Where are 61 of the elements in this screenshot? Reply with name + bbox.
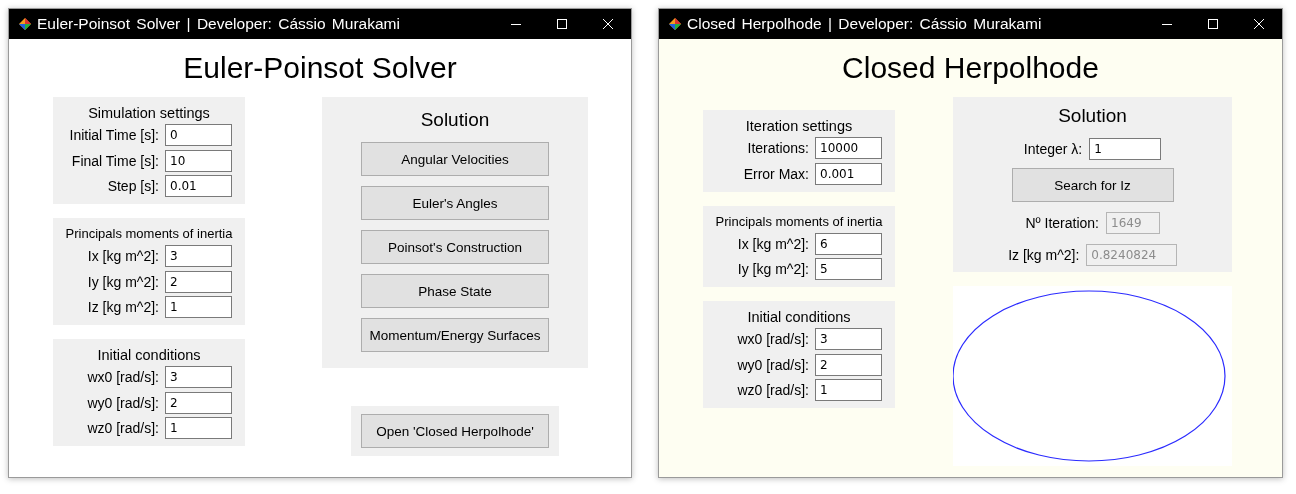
input-field[interactable]: 1 bbox=[815, 379, 882, 401]
field-label: Iy [kg m^2]: bbox=[86, 273, 159, 290]
panel-title: Principals moments of inertia bbox=[64, 225, 234, 243]
close-icon[interactable] bbox=[603, 19, 613, 29]
app-icon bbox=[669, 18, 681, 30]
push-button[interactable]: Phase State bbox=[361, 274, 549, 308]
maximize-icon[interactable] bbox=[557, 19, 567, 29]
push-button[interactable]: Poinsot's Construction bbox=[361, 230, 549, 264]
panel-title: Initial conditions bbox=[96, 346, 202, 365]
field-label: Iz [kg m^2]: bbox=[86, 299, 159, 315]
input-field[interactable]: 2 bbox=[165, 270, 232, 293]
push-button[interactable]: Angular Velocities bbox=[361, 142, 549, 176]
push-button[interactable]: Momentum/Energy Surfaces bbox=[361, 318, 549, 352]
maximize-icon[interactable] bbox=[1208, 19, 1218, 29]
field-label: Integer λ: bbox=[1023, 141, 1083, 157]
panel-title: Iteration settings bbox=[744, 117, 854, 136]
input-field[interactable]: 0.001 bbox=[815, 162, 882, 185]
field-label: wx0 [rad/s]: bbox=[736, 331, 809, 347]
input-field[interactable]: 2 bbox=[165, 391, 232, 414]
input-field[interactable]: 1 bbox=[1089, 138, 1162, 160]
push-button[interactable]: Open 'Closed Herpolhode' bbox=[361, 414, 549, 448]
input-field[interactable]: 1 bbox=[165, 296, 232, 318]
panel-title: Solution bbox=[420, 108, 490, 132]
field-label: wz0 [rad/s]: bbox=[86, 420, 159, 436]
field-label: wy0 [rad/s]: bbox=[86, 394, 159, 411]
window-title: Euler-Poinsot Solver | Developer: Cássio Murakami bbox=[37, 15, 401, 33]
field-label: wx0 [rad/s]: bbox=[86, 369, 159, 385]
field-label: Step [s]: bbox=[106, 178, 159, 194]
panel-title: Principals moments of inertia bbox=[714, 212, 884, 231]
input-field[interactable]: 5 bbox=[815, 258, 882, 280]
input-field[interactable]: 10 bbox=[165, 149, 232, 172]
input-field[interactable]: 3 bbox=[165, 366, 232, 388]
push-button[interactable]: Euler's Angles bbox=[361, 186, 549, 220]
field-label: Iz [kg m^2]: bbox=[1008, 247, 1080, 263]
field-label: wz0 [rad/s]: bbox=[736, 382, 809, 398]
input-field[interactable]: 1 bbox=[165, 417, 232, 439]
panel-title: Initial conditions bbox=[746, 308, 852, 327]
input-field[interactable]: 3 bbox=[815, 328, 882, 350]
field-label: Nº Iteration: bbox=[1025, 215, 1099, 231]
field-label: Ix [kg m^2]: bbox=[86, 248, 159, 264]
push-button[interactable]: Search for Iz bbox=[1011, 168, 1174, 202]
app-heading: Euler-Poinsot Solver bbox=[182, 50, 458, 86]
input-field[interactable]: 0.01 bbox=[165, 175, 232, 197]
field-label: Ix [kg m^2]: bbox=[736, 235, 809, 252]
app-heading: Closed Herpolhode bbox=[841, 50, 1100, 86]
field-label: Iy [kg m^2]: bbox=[736, 261, 809, 277]
field-label: Error Max: bbox=[742, 165, 809, 182]
close-icon[interactable] bbox=[1254, 19, 1264, 29]
app-icon bbox=[19, 18, 31, 30]
input-field[interactable]: 10000 bbox=[815, 137, 882, 159]
field-label: Initial Time [s]: bbox=[68, 127, 159, 143]
input-field[interactable]: 6 bbox=[815, 232, 882, 255]
field-label: wy0 [rad/s]: bbox=[736, 356, 809, 373]
panel-title: Solution bbox=[1058, 104, 1127, 128]
input-field[interactable]: 3 bbox=[165, 245, 232, 267]
window-title: Closed Herpolhode | Developer: Cássio Murakami bbox=[687, 15, 1043, 33]
field-label: Final Time [s]: bbox=[70, 152, 159, 169]
field-label: Iterations: bbox=[746, 140, 809, 156]
input-field[interactable]: 2 bbox=[815, 353, 882, 376]
input-field[interactable]: 0 bbox=[165, 124, 232, 146]
panel-title: Simulation settings bbox=[87, 104, 211, 123]
